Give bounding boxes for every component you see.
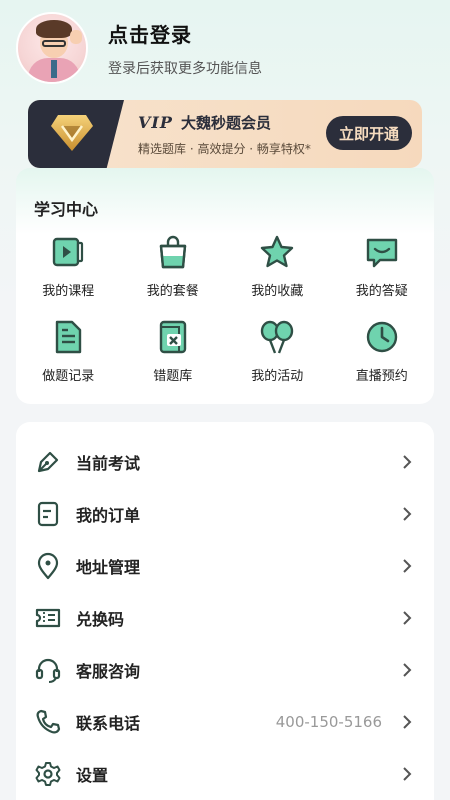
study-item-error-bank[interactable]: 错题库 (121, 319, 226, 384)
profile-header[interactable]: 点击登录 登录后获取更多功能信息 (16, 12, 262, 84)
chevron-right-icon (403, 715, 412, 729)
menu-item-label: 我的订单 (76, 506, 141, 525)
vip-banner[interactable]: VIP 大魏秒题会员 精选题库 · 高效提分 · 畅享特权* 立即开通 (28, 100, 422, 168)
chevron-right-icon (403, 767, 412, 781)
headset-icon (35, 658, 61, 683)
study-item-label: 错题库 (153, 369, 193, 384)
study-center-card: 学习中心 我的课程 我的套餐 我的收藏 我的答疑 做题记录 错题库 我的活动 直… (16, 168, 434, 404)
clock-icon (366, 321, 397, 353)
video-course-icon (53, 237, 84, 267)
menu-item-label: 当前考试 (76, 454, 141, 473)
chevron-right-icon (403, 559, 412, 573)
study-item-live-booking[interactable]: 直播预约 (330, 319, 435, 384)
vip-logo: VIP (138, 113, 173, 132)
phone-icon (36, 709, 61, 734)
study-item-label: 我的收藏 (251, 284, 304, 299)
study-item-label: 做题记录 (42, 369, 95, 384)
study-item-packages[interactable]: 我的套餐 (121, 234, 226, 299)
login-subtitle: 登录后获取更多功能信息 (108, 60, 262, 77)
star-icon (261, 235, 294, 268)
diamond-icon (51, 115, 93, 151)
vip-open-button[interactable]: 立即开通 (326, 116, 412, 150)
menu-item-contact-phone[interactable]: 联系电话 400-150-5166 (16, 696, 434, 748)
menu-item-address[interactable]: 地址管理 (16, 540, 434, 592)
menu-item-label: 客服咨询 (76, 662, 141, 681)
pen-icon (37, 451, 59, 473)
contact-phone-number[interactable]: 400-150-5166 (276, 713, 382, 731)
study-item-label: 直播预约 (355, 369, 408, 384)
menu-item-label: 地址管理 (76, 558, 141, 577)
order-icon (37, 501, 59, 527)
menu-item-orders[interactable]: 我的订单 (16, 488, 434, 540)
study-item-label: 我的套餐 (146, 284, 199, 299)
chat-message-icon (366, 238, 397, 268)
shopping-bag-icon (159, 235, 186, 269)
study-item-courses[interactable]: 我的课程 (16, 234, 121, 299)
study-item-records[interactable]: 做题记录 (16, 319, 121, 384)
vip-badge (28, 100, 124, 168)
menu-item-current-exam[interactable]: 当前考试 (16, 436, 434, 488)
ticket-icon (35, 608, 61, 628)
chevron-right-icon (403, 507, 412, 521)
vip-name: 大魏秒题会员 (180, 114, 271, 132)
location-pin-icon (37, 552, 59, 580)
menu-item-redeem-code[interactable]: 兑换码 (16, 592, 434, 644)
menu-item-settings[interactable]: 设置 (16, 748, 434, 800)
chevron-right-icon (403, 455, 412, 469)
error-book-icon (159, 320, 186, 354)
login-title[interactable]: 点击登录 (108, 19, 262, 48)
menu-item-label: 兑换码 (76, 610, 125, 629)
menu-item-label: 联系电话 (76, 714, 141, 733)
document-record-icon (56, 320, 82, 354)
chevron-right-icon (403, 663, 412, 677)
study-item-label: 我的答疑 (355, 284, 408, 299)
study-item-activities[interactable]: 我的活动 (225, 319, 330, 384)
balloons-icon (261, 320, 294, 354)
menu-item-customer-service[interactable]: 客服咨询 (16, 644, 434, 696)
study-item-qa[interactable]: 我的答疑 (330, 234, 435, 299)
menu-item-label: 设置 (76, 766, 109, 785)
study-item-label: 我的活动 (251, 369, 304, 384)
study-item-label: 我的课程 (42, 284, 95, 299)
menu-list: 当前考试 我的订单 地址管理 兑换码 客服咨询 联系电话 400-150-516… (16, 422, 434, 800)
chevron-right-icon (403, 611, 412, 625)
study-center-title: 学习中心 (34, 200, 99, 219)
study-item-favorites[interactable]: 我的收藏 (225, 234, 330, 299)
gear-icon (35, 762, 61, 786)
avatar[interactable] (16, 12, 88, 84)
